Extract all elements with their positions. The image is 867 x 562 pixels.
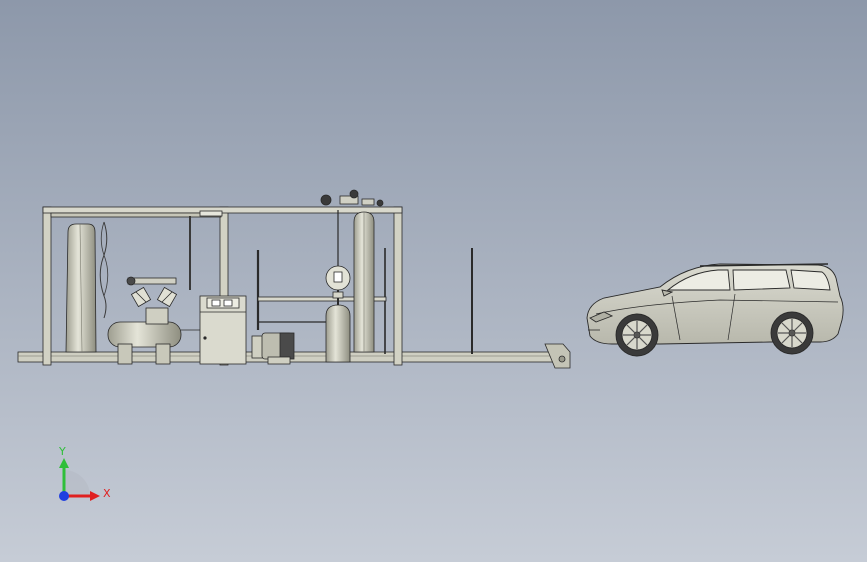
pressure-tank (325, 304, 351, 363)
car-front-wheel (615, 313, 659, 357)
cad-viewport[interactable]: Y X (0, 0, 867, 562)
frame-top-beam (42, 206, 403, 214)
z-axis-point (59, 491, 69, 501)
car-front-window (732, 269, 791, 291)
x-axis-label: X (103, 487, 111, 500)
y-axis-label: Y (58, 445, 66, 458)
frame-post-right (393, 206, 403, 366)
frame-post-left (42, 206, 52, 366)
control-cabinet[interactable] (199, 295, 247, 365)
car-rear-wheel (770, 311, 814, 355)
